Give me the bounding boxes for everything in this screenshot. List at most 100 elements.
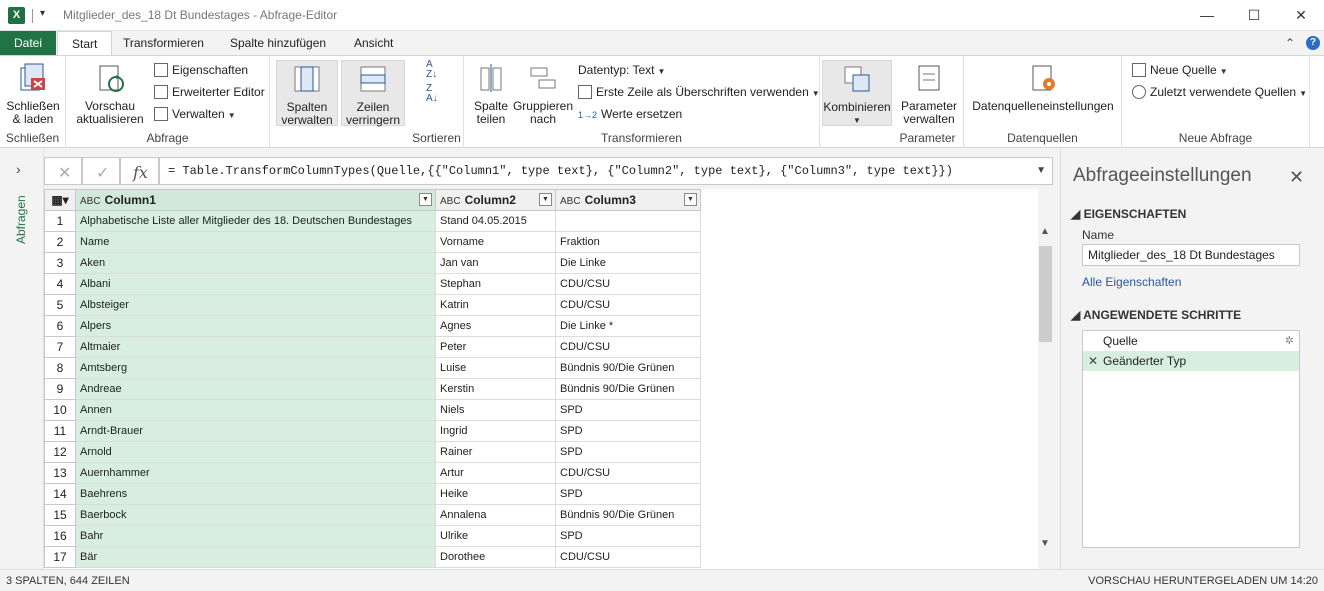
table-cell[interactable]: Agnes xyxy=(435,315,556,337)
row-number[interactable]: 6 xyxy=(44,315,76,337)
row-number[interactable]: 11 xyxy=(44,420,76,442)
table-cell[interactable]: Bahr xyxy=(75,525,436,547)
table-cell[interactable]: Stephan xyxy=(435,273,556,295)
table-cell[interactable]: Rainer xyxy=(435,441,556,463)
row-number[interactable]: 8 xyxy=(44,357,76,379)
new-source-button[interactable]: Neue Quelle ▼ xyxy=(1132,61,1228,79)
formula-input[interactable]: = Table.TransformColumnTypes(Quelle,{{"C… xyxy=(159,157,1053,185)
table-cell[interactable]: Kerstin xyxy=(435,378,556,400)
table-cell[interactable]: Baehrens xyxy=(75,483,436,505)
table-cell[interactable]: SPD xyxy=(555,420,701,442)
row-number[interactable]: 13 xyxy=(44,462,76,484)
table-row[interactable]: 6 Alpers Agnes Die Linke * xyxy=(44,315,701,337)
table-cell[interactable]: Bär xyxy=(75,546,436,568)
table-row[interactable]: 3 Aken Jan van Die Linke xyxy=(44,252,701,274)
table-row[interactable]: 17 Bär Dorothee CDU/CSU xyxy=(44,546,701,568)
column-header-3[interactable]: ABC Column3 ▼ xyxy=(555,189,701,211)
applied-steps-section-header[interactable]: ◢ ANGEWENDETE SCHRITTE xyxy=(1071,308,1241,322)
table-cell[interactable]: Baerbock xyxy=(75,504,436,526)
row-number[interactable]: 10 xyxy=(44,399,76,421)
replace-values-button[interactable]: 1→2 Werte ersetzen xyxy=(578,105,682,123)
sort-descending-icon[interactable]: Z A↓ xyxy=(426,84,438,104)
sort-ascending-icon[interactable]: A Z↓ xyxy=(426,60,437,80)
table-cell[interactable]: CDU/CSU xyxy=(555,336,701,358)
table-cell[interactable]: CDU/CSU xyxy=(555,546,701,568)
table-cell[interactable]: Albani xyxy=(75,273,436,295)
gear-icon[interactable]: ✲ xyxy=(1285,331,1294,351)
row-number[interactable]: 9 xyxy=(44,378,76,400)
table-cell[interactable]: Luise xyxy=(435,357,556,379)
text-type-icon[interactable]: ABC xyxy=(80,196,101,207)
table-cell[interactable]: Arndt-Brauer xyxy=(75,420,436,442)
table-cell[interactable] xyxy=(555,210,701,232)
step-geaenderter-typ[interactable]: ✕ Geänderter Typ xyxy=(1083,351,1299,371)
table-cell[interactable]: Annen xyxy=(75,399,436,421)
table-row[interactable]: 9 Andreae Kerstin Bündnis 90/Die Grünen xyxy=(44,378,701,400)
table-cell[interactable]: Vorname xyxy=(435,231,556,253)
query-name-input[interactable]: Mitglieder_des_18 Dt Bundestages xyxy=(1082,244,1300,266)
queries-pane-label[interactable]: Abfragen xyxy=(14,195,28,255)
table-cell[interactable]: Dorothee xyxy=(435,546,556,568)
table-cell[interactable]: Annalena xyxy=(435,504,556,526)
maximize-button[interactable]: ☐ xyxy=(1231,0,1277,31)
row-number[interactable]: 2 xyxy=(44,231,76,253)
table-cell[interactable]: Artur xyxy=(435,462,556,484)
combine-button[interactable]: Kombinieren ▼ xyxy=(822,60,892,126)
text-type-icon[interactable]: ABC xyxy=(560,196,581,207)
table-cell[interactable]: Amtsberg xyxy=(75,357,436,379)
table-row[interactable]: 16 Bahr Ulrike SPD xyxy=(44,525,701,547)
column-filter-icon[interactable]: ▼ xyxy=(419,193,432,206)
table-row[interactable]: 15 Baerbock Annalena Bündnis 90/Die Grünen xyxy=(44,504,701,526)
table-cell[interactable]: Albsteiger xyxy=(75,294,436,316)
close-pane-icon[interactable]: ✕ xyxy=(1289,167,1304,188)
manage-columns-button[interactable]: Spalten verwalten xyxy=(276,60,338,127)
tab-spalte-hinzufuegen[interactable]: Spalte hinzufügen xyxy=(216,31,340,55)
properties-section-header[interactable]: ◢ EIGENSCHAFTEN xyxy=(1071,207,1186,221)
table-cell[interactable]: Peter xyxy=(435,336,556,358)
row-number[interactable]: 14 xyxy=(44,483,76,505)
confirm-formula-button[interactable]: ✓ xyxy=(82,157,120,185)
refresh-preview-button[interactable]: Vorschau aktualisieren xyxy=(71,60,149,126)
table-menu-icon[interactable]: ▦▾ xyxy=(44,189,76,211)
table-cell[interactable]: SPD xyxy=(555,441,701,463)
column-header-2[interactable]: ABC Column2 ▼ xyxy=(435,189,556,211)
row-number[interactable]: 3 xyxy=(44,252,76,274)
close-window-button[interactable]: ✕ xyxy=(1278,0,1324,31)
tab-ansicht[interactable]: Ansicht xyxy=(340,31,407,55)
expand-formula-icon[interactable]: ▼ xyxy=(1036,158,1046,184)
table-cell[interactable]: Name xyxy=(75,231,436,253)
row-number[interactable]: 1 xyxy=(44,210,76,232)
split-column-button[interactable]: Spalte teilen xyxy=(468,60,514,126)
reduce-rows-button[interactable]: Zeilen verringern xyxy=(341,60,405,127)
row-number[interactable]: 17 xyxy=(44,546,76,568)
table-cell[interactable]: Die Linke * xyxy=(555,315,701,337)
properties-button[interactable]: Eigenschaften xyxy=(154,61,248,79)
fx-button[interactable]: fx xyxy=(120,157,159,185)
cancel-formula-button[interactable]: ✕ xyxy=(44,157,82,185)
table-cell[interactable]: Ingrid xyxy=(435,420,556,442)
table-cell[interactable]: Niels xyxy=(435,399,556,421)
table-cell[interactable]: Andreae xyxy=(75,378,436,400)
table-cell[interactable]: Katrin xyxy=(435,294,556,316)
table-row[interactable]: 2 Name Vorname Fraktion xyxy=(44,231,701,253)
step-quelle[interactable]: Quelle ✲ xyxy=(1083,331,1299,351)
close-and-load-button[interactable]: Schließen & laden xyxy=(5,60,61,126)
table-cell[interactable]: Auernhammer xyxy=(75,462,436,484)
table-cell[interactable]: CDU/CSU xyxy=(555,462,701,484)
table-cell[interactable]: SPD xyxy=(555,483,701,505)
column-filter-icon[interactable]: ▼ xyxy=(684,193,697,206)
table-cell[interactable]: Bündnis 90/Die Grünen xyxy=(555,378,701,400)
table-cell[interactable]: Bündnis 90/Die Grünen xyxy=(555,357,701,379)
table-cell[interactable]: Aken xyxy=(75,252,436,274)
table-cell[interactable]: Altmaier xyxy=(75,336,436,358)
text-type-icon[interactable]: ABC xyxy=(440,196,461,207)
row-number[interactable]: 15 xyxy=(44,504,76,526)
table-row[interactable]: 4 Albani Stephan CDU/CSU xyxy=(44,273,701,295)
row-number[interactable]: 4 xyxy=(44,273,76,295)
column-filter-icon[interactable]: ▼ xyxy=(539,193,552,206)
all-properties-link[interactable]: Alle Eigenschaften xyxy=(1082,275,1181,289)
advanced-editor-button[interactable]: Erweiterter Editor xyxy=(154,83,265,101)
table-row[interactable]: 14 Baehrens Heike SPD xyxy=(44,483,701,505)
table-cell[interactable]: CDU/CSU xyxy=(555,273,701,295)
table-cell[interactable]: Die Linke xyxy=(555,252,701,274)
